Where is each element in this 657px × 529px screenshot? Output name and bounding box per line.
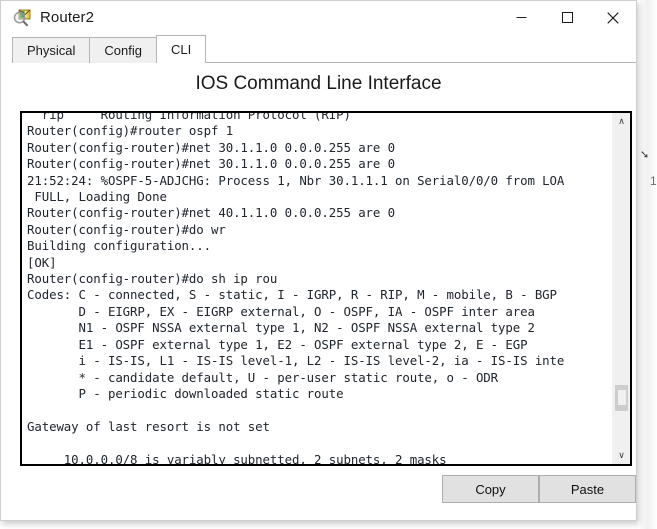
tab-bar-filler	[205, 37, 636, 63]
scrollbar-thumb[interactable]	[615, 385, 628, 411]
copy-button[interactable]: Copy	[442, 475, 539, 503]
background-right-strip	[640, 0, 657, 529]
scrollbar-thumb-highlight	[618, 390, 626, 405]
window-title-bar[interactable]: Router2	[1, 1, 636, 34]
paste-button[interactable]: Paste	[539, 475, 636, 503]
background-arrow-mark: ➘	[640, 148, 650, 161]
tab-config[interactable]: Config	[89, 37, 157, 63]
terminal-frame: rip Routing Information Protocol (RIP) R…	[20, 111, 632, 466]
window-title: Router2	[40, 9, 95, 26]
terminal-text: rip Routing Information Protocol (RIP) R…	[27, 113, 565, 464]
scroll-up-arrow-icon[interactable]: ∧	[613, 113, 630, 130]
terminal-output-area[interactable]: rip Routing Information Protocol (RIP) R…	[22, 113, 612, 464]
terminal-scrollbar[interactable]: ∧ ∨	[612, 113, 630, 464]
background-partial-label: 1	[650, 174, 657, 188]
action-button-row: Copy Paste	[1, 475, 636, 505]
tab-physical[interactable]: Physical	[12, 37, 91, 63]
tab-cli[interactable]: CLI	[156, 35, 207, 63]
page-title: IOS Command Line Interface	[195, 73, 442, 94]
device-window: Router2 Physical Config CLI IOS Command …	[0, 0, 637, 521]
inspect-magnifier-icon	[12, 8, 32, 28]
maximize-button[interactable]	[544, 1, 590, 34]
tab-bar: Physical Config CLI	[1, 34, 636, 63]
minimize-button[interactable]	[498, 1, 544, 34]
scroll-down-arrow-icon[interactable]: ∨	[613, 447, 630, 464]
cli-panel: IOS Command Line Interface rip Routing I…	[1, 63, 636, 520]
close-button[interactable]	[590, 1, 636, 34]
window-controls	[498, 1, 636, 34]
